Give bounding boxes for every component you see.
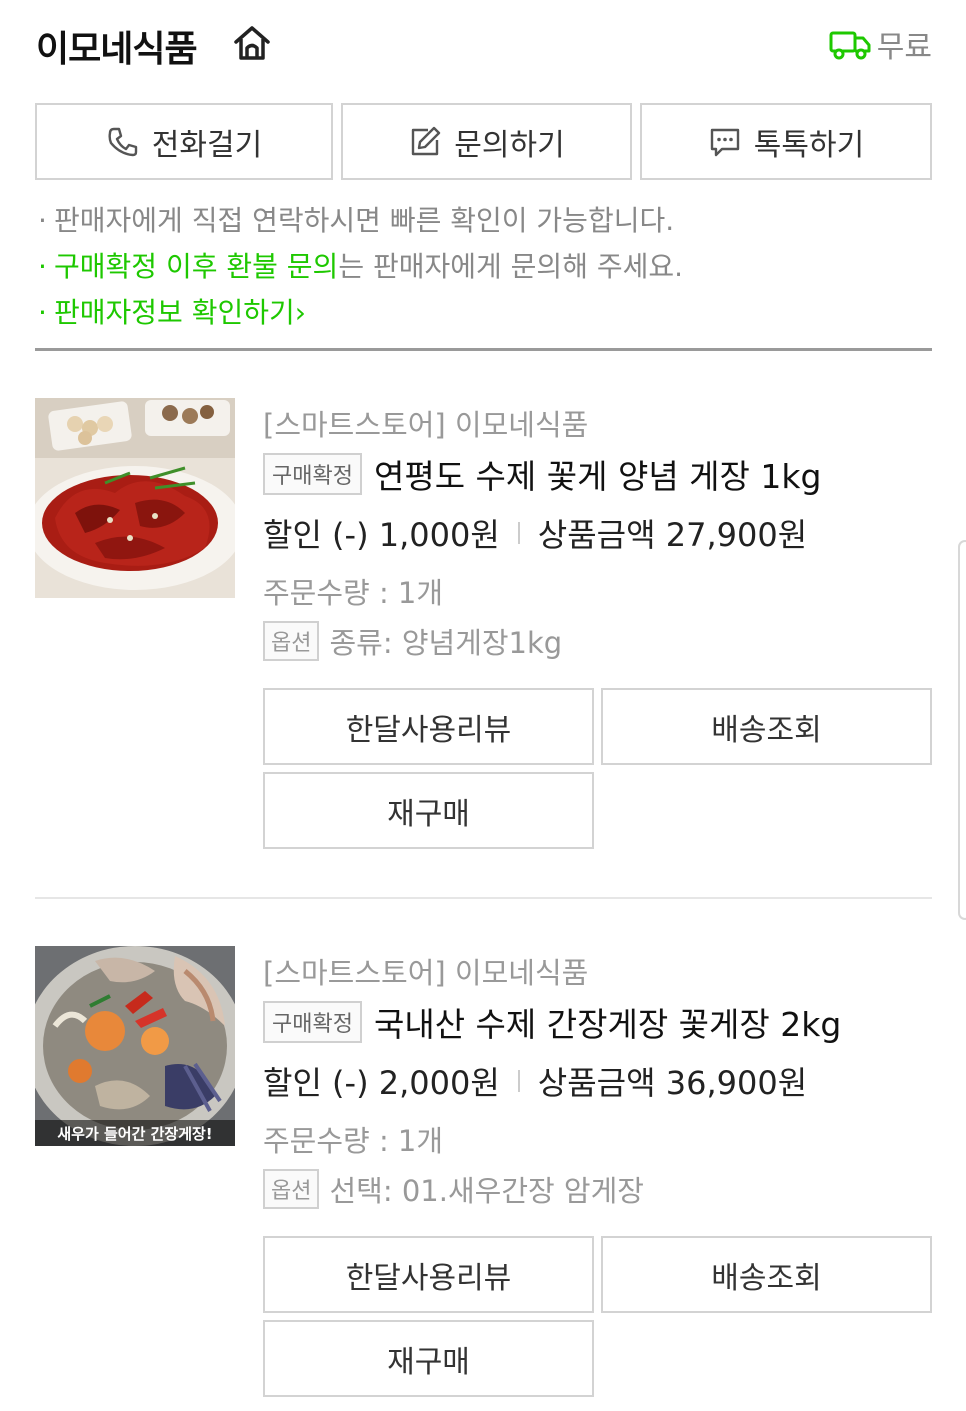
call-button[interactable]: 전화걸기 [35,103,333,180]
call-label: 전화걸기 [151,127,263,163]
price-separator [517,522,520,544]
order-quantity: 주문수량 : 1개 [263,576,444,610]
rebuy-button[interactable]: 재구매 [263,1320,594,1397]
truck-icon [829,31,871,60]
status-badge: 구매확정 [263,453,362,495]
product-title-row[interactable]: 구매확정 연평도 수제 꽃게 양념 게장 1kg [263,450,821,498]
chat-icon [710,128,739,156]
seller-name[interactable]: 이모네식품 [36,20,198,72]
discount-amount: 할인 (-) 1,000원 [263,516,500,554]
product-price: 상품금액 36,900원 [537,1064,808,1102]
product-title[interactable]: 국내산 수제 간장게장 꽃게장 2kg [374,998,841,1046]
image-caption: 새우가 들어간 간장게장! [57,1125,212,1143]
notice-text: 는 판매자에게 문의해 주세요. [338,250,684,283]
store-label[interactable]: [스마트스토어] 이모네식품 [263,950,588,992]
option-badge: 옵션 [263,1169,320,1209]
chevron-right-icon: › [294,296,306,329]
option-badge: 옵션 [263,621,320,661]
notice-line-contact: · 판매자에게 직접 연락하시면 빠른 확인이 가능합니다. [38,204,675,237]
talktalk-button[interactable]: 톡톡하기 [640,103,932,180]
product-price: 상품금액 27,900원 [537,516,808,554]
contact-buttons: 전화걸기 문의하기 톡톡하기 [35,103,932,180]
order-item: 새우가 들어간 간장게장! [스마트스토어] 이모네식품 구매확정 국내산 수제… [0,946,966,1411]
product-thumbnail[interactable]: 새우가 들어간 간장게장! [35,946,235,1146]
product-title-row[interactable]: 구매확정 국내산 수제 간장게장 꽃게장 2kg [263,998,841,1046]
talktalk-label: 톡톡하기 [753,127,865,163]
shipping-info: 무료 [829,22,932,66]
section-divider [35,348,932,351]
notice-line-refund: · 구매확정 이후 환불 문의는 판매자에게 문의해 주세요. [38,250,684,283]
order-quantity: 주문수량 : 1개 [263,1124,444,1158]
seller-header: 이모네식품 무료 [36,18,932,70]
discount-amount: 할인 (-) 2,000원 [263,1064,500,1102]
product-thumbnail[interactable] [35,398,235,598]
product-title[interactable]: 연평도 수제 꽃게 양념 게장 1kg [374,450,821,498]
option-text: 종류: 양념게장1kg [329,626,563,660]
track-shipping-button[interactable]: 배송조회 [601,688,932,765]
option-row: 옵션 선택: 01.새우간장 암게장 [263,1168,644,1210]
price-separator [517,1070,520,1092]
option-row: 옵션 종류: 양념게장1kg [263,620,562,662]
order-item: [스마트스토어] 이모네식품 구매확정 연평도 수제 꽃게 양념 게장 1kg … [0,398,966,868]
price-row: 할인 (-) 2,000원 상품금액 36,900원 [263,1058,807,1104]
monthly-review-button[interactable]: 한달사용리뷰 [263,1236,594,1313]
option-text: 선택: 01.새우간장 암게장 [329,1174,644,1208]
notice-line-seller-info[interactable]: · 판매자정보 확인하기› [38,290,932,336]
rebuy-button[interactable]: 재구매 [263,772,594,849]
shipping-fee-label: 무료 [876,30,932,65]
status-badge: 구매확정 [263,1001,362,1043]
seller-info-link[interactable]: 판매자정보 확인하기 [54,296,295,329]
inquiry-button[interactable]: 문의하기 [341,103,632,180]
phone-icon [108,127,137,156]
store-home-icon[interactable] [232,22,272,62]
price-row: 할인 (-) 1,000원 상품금액 27,900원 [263,510,807,556]
store-label[interactable]: [스마트스토어] 이모네식품 [263,402,588,444]
scrollbar[interactable] [958,540,966,920]
monthly-review-button[interactable]: 한달사용리뷰 [263,688,594,765]
track-shipping-button[interactable]: 배송조회 [601,1236,932,1313]
notice-text: 판매자에게 직접 연락하시면 빠른 확인이 가능합니다. [54,204,675,237]
item-divider [35,897,932,899]
edit-icon [412,126,441,155]
refund-inquiry-highlight: 구매확정 이후 환불 문의 [54,250,339,283]
seller-notice: · 판매자에게 직접 연락하시면 빠른 확인이 가능합니다. · 구매확정 이후 환… [38,198,932,336]
inquiry-label: 문의하기 [454,127,565,163]
